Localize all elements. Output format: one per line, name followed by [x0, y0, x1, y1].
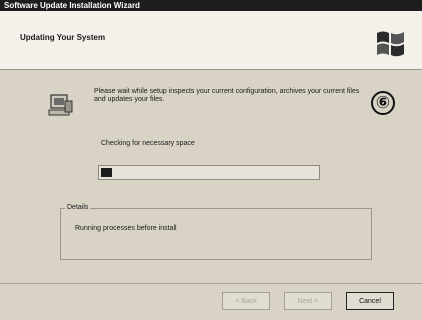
progress-bar — [98, 165, 320, 180]
step-number-badge: ⑥ — [371, 91, 395, 115]
progress-fill — [101, 168, 112, 177]
footer-divider — [0, 283, 422, 284]
details-message: Running processes before install — [75, 225, 177, 232]
window-title: Software Update Installation Wizard — [0, 0, 422, 11]
details-groupbox: Details Running processes before install — [60, 204, 372, 260]
windows-flag-icon — [377, 31, 404, 57]
cancel-button[interactable]: Cancel — [346, 292, 394, 310]
intro-text: Please wait while setup inspects your cu… — [94, 88, 360, 103]
wizard-body: Please wait while setup inspects your cu… — [0, 70, 422, 282]
setup-computer-icon — [48, 94, 73, 116]
details-legend: Details — [65, 204, 91, 211]
page-title: Updating Your System — [20, 33, 106, 42]
next-button[interactable]: Next > — [284, 292, 332, 310]
wizard-header: Updating Your System — [0, 11, 422, 70]
status-text: Checking for necessary space — [101, 140, 195, 147]
back-button[interactable]: < Back — [222, 292, 270, 310]
